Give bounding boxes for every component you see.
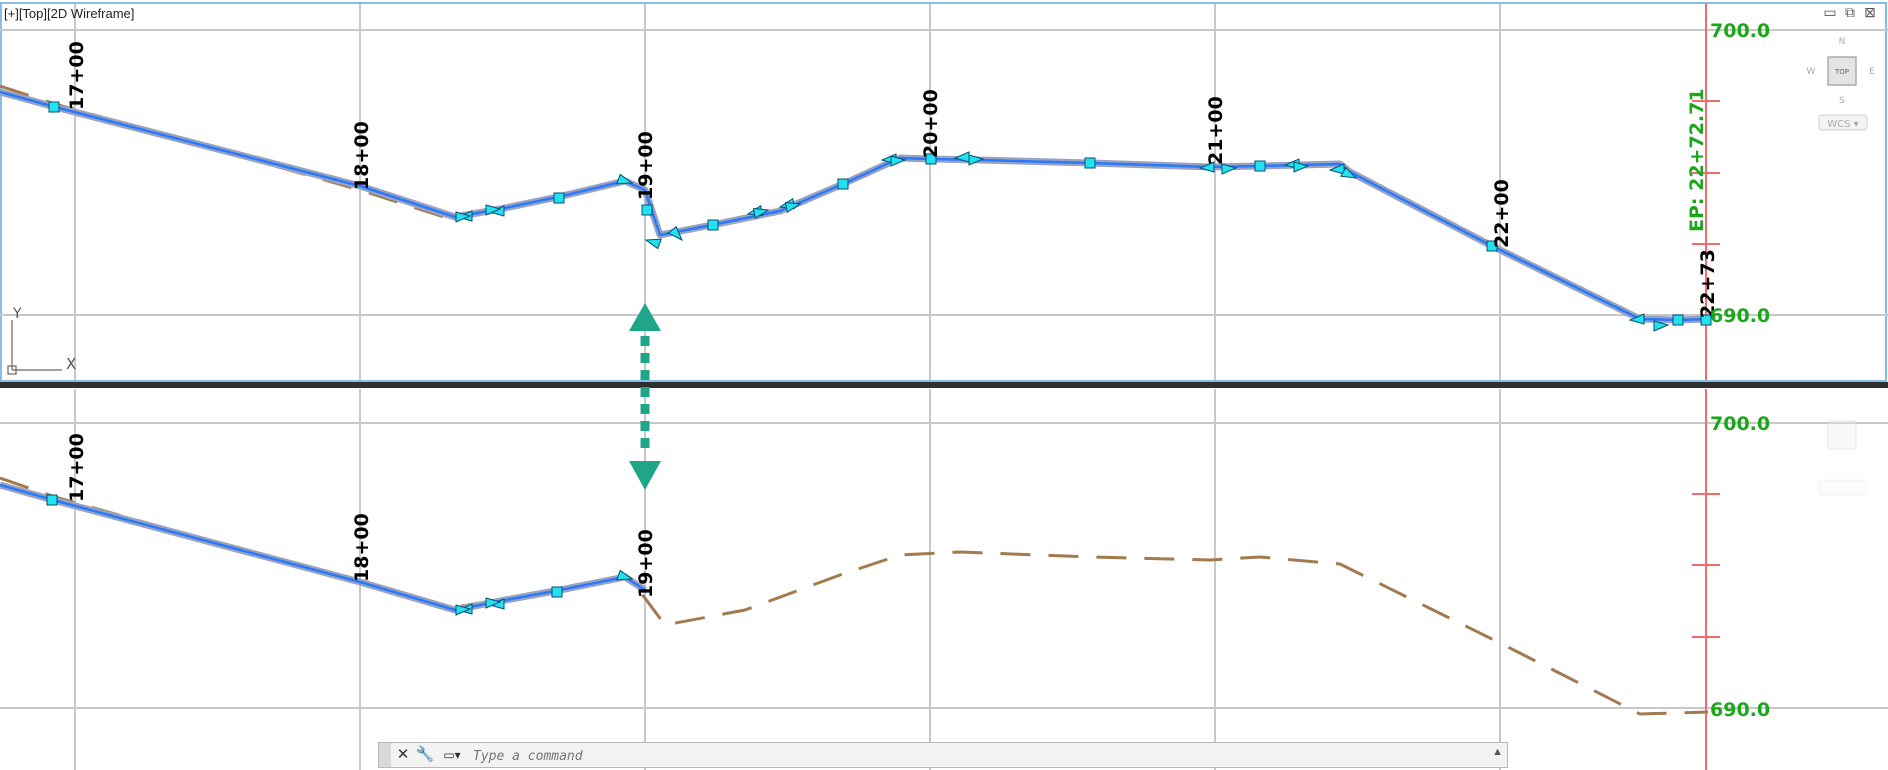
station-label: 18+00 xyxy=(351,121,373,190)
restore-icon[interactable]: ⧉ xyxy=(1842,4,1858,20)
viewcube-west[interactable]: W xyxy=(1807,67,1816,77)
endpoint-label: EP: 22+72.71 xyxy=(1686,88,1708,232)
viewcube-north[interactable]: N xyxy=(1839,37,1846,47)
command-history-icon[interactable]: ▭▾ xyxy=(437,746,467,764)
bottom-ground-profile xyxy=(0,476,1709,716)
bottom-viewport[interactable]: 17+00 18+00 19+00 700.0 690.0 xyxy=(0,389,1888,770)
close-command-line-icon[interactable]: ✕ xyxy=(393,746,413,764)
viewcube-east[interactable]: E xyxy=(1869,67,1875,77)
wcs-label: WCS ▾ xyxy=(1827,119,1858,130)
command-scroll-up-icon[interactable]: ▲ xyxy=(1492,746,1503,758)
command-line[interactable]: ✕ 🔧 ▭▾ ▲ xyxy=(378,742,1508,768)
viewport-label[interactable]: [+][Top][2D Wireframe] xyxy=(4,6,134,21)
bottom-grid xyxy=(0,389,1888,770)
bottom-design-profile[interactable] xyxy=(0,483,646,612)
station-label: 17+00 xyxy=(66,433,88,502)
command-line-grip[interactable] xyxy=(379,743,391,767)
elevation-label-690-bottom: 690.0 xyxy=(1710,699,1770,721)
command-input[interactable] xyxy=(471,745,1475,767)
station-label: 22+00 xyxy=(1491,179,1513,248)
customize-wrench-icon[interactable]: 🔧 xyxy=(415,746,435,764)
top-viewport[interactable]: 17+00 18+00 19+00 20+00 21+00 22+00 22+7… xyxy=(0,2,1888,382)
station-label: 19+00 xyxy=(635,131,657,200)
elevation-label-690-top: 690.0 xyxy=(1710,305,1770,327)
ucs-y-label: Y xyxy=(12,306,22,322)
ucs-x-label: X xyxy=(66,355,76,373)
station-label: 20+00 xyxy=(920,89,942,158)
close-icon[interactable]: ⊠ xyxy=(1862,4,1878,20)
drawing-canvas[interactable]: 17+00 18+00 19+00 20+00 21+00 22+00 22+7… xyxy=(0,0,1888,770)
elevation-label-700-top: 700.0 xyxy=(1710,20,1770,42)
station-label: 17+00 xyxy=(66,41,88,110)
viewcube-top-label: TOP xyxy=(1834,68,1849,76)
viewcube-south[interactable]: S xyxy=(1839,96,1845,106)
elevation-label-700-bottom: 700.0 xyxy=(1710,413,1770,435)
bottom-square-grips[interactable] xyxy=(46,494,563,598)
station-label: 21+00 xyxy=(1205,96,1227,165)
minimize-icon[interactable]: ▭ xyxy=(1822,4,1838,20)
station-label: 19+00 xyxy=(635,529,657,598)
station-label: 18+00 xyxy=(351,513,373,582)
viewcube-inactive xyxy=(1818,420,1868,496)
viewport-splitter[interactable] xyxy=(0,382,1888,388)
